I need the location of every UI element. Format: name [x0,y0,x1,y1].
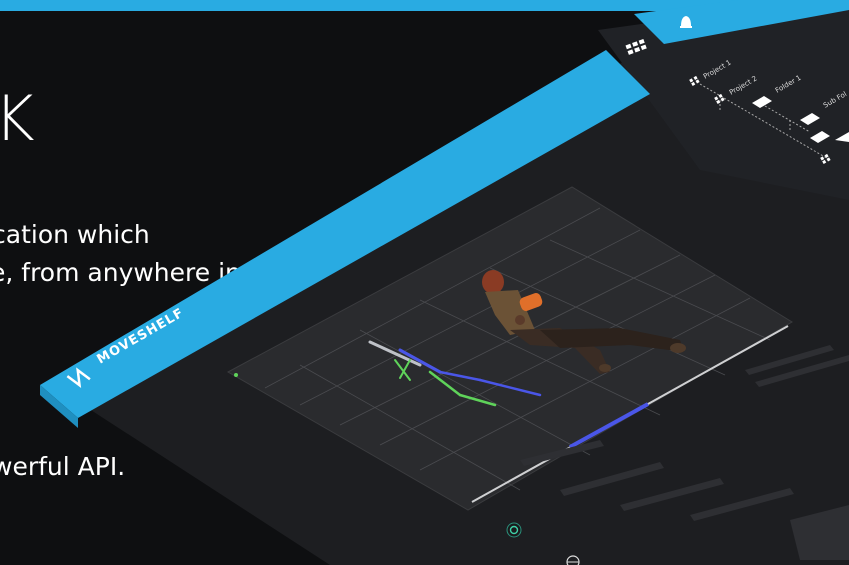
refresh-icon[interactable] [506,522,522,538]
isometric-app-mockup: MOVESHELF Project 1 Project 2 Folder 1 S… [40,0,849,565]
viewport-indicator [234,373,238,377]
